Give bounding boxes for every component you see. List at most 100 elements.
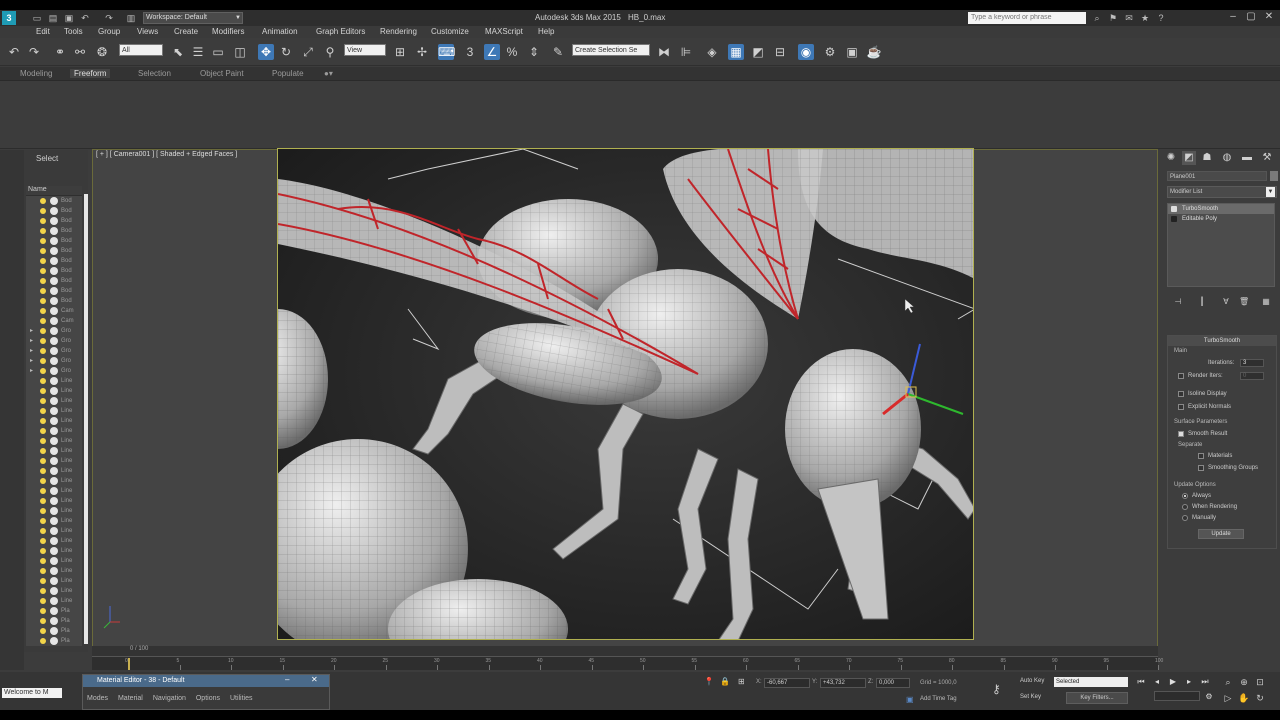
tab-freeform[interactable]: Freeform — [70, 69, 111, 78]
explorer-scrollbar[interactable] — [84, 194, 88, 644]
communication-icon[interactable]: ✉ — [1124, 13, 1134, 23]
key-selection-dropdown[interactable]: Selected — [1054, 677, 1128, 687]
track-bar[interactable]: 0 5 10 15 20 25 30 35 40 45 50 55 60 65 70 75 80 85 90 95 10… — [92, 656, 1163, 670]
menu-maxscript[interactable]: MAXScript — [485, 27, 523, 36]
render-production-icon[interactable]: ☕ — [866, 44, 882, 60]
undo-icon[interactable]: ↶ — [80, 13, 90, 23]
tab-selection[interactable]: Selection — [138, 69, 171, 78]
help-search-input[interactable] — [968, 12, 1086, 24]
menu-views[interactable]: Views — [137, 27, 158, 36]
time-config-icon[interactable]: ⚙ — [1204, 692, 1214, 702]
mirror-icon[interactable]: ⧓ — [656, 44, 672, 60]
render-iters-spinner[interactable]: 0 — [1240, 372, 1264, 380]
absolute-mode-icon[interactable]: ⊞ — [738, 677, 745, 686]
time-slider[interactable] — [92, 646, 1158, 656]
bind-space-warp-icon[interactable]: ❂ — [94, 44, 110, 60]
tab-object-paint[interactable]: Object Paint — [200, 69, 244, 78]
material-editor-icon[interactable]: ◉ — [798, 44, 814, 60]
explorer-row[interactable]: Bod — [26, 296, 82, 306]
explorer-row[interactable]: Cam — [26, 316, 82, 326]
minimize-icon[interactable]: – — [285, 675, 289, 684]
explorer-row[interactable]: Line — [26, 376, 82, 386]
menu-customize[interactable]: Customize — [431, 27, 469, 36]
link-icon[interactable]: ⚭ — [52, 44, 68, 60]
explorer-row[interactable]: Line — [26, 586, 82, 596]
explorer-row[interactable]: Line — [26, 556, 82, 566]
help-icon[interactable]: ? — [1156, 13, 1166, 23]
menu-edit[interactable]: Edit — [36, 27, 50, 36]
pan-icon[interactable]: ✋ — [1238, 692, 1250, 704]
explorer-row[interactable]: Pla — [26, 626, 82, 636]
lightbulb-icon[interactable] — [40, 228, 46, 234]
explorer-row[interactable]: ▸ Gro — [26, 346, 82, 356]
isoline-display-checkbox[interactable] — [1178, 391, 1184, 397]
lightbulb-icon[interactable] — [40, 468, 46, 474]
time-slider-handle[interactable] — [128, 658, 130, 670]
explorer-row[interactable]: Line — [26, 526, 82, 536]
angle-snap-icon[interactable]: ∠ — [484, 44, 500, 60]
explorer-row[interactable]: Pla — [26, 636, 82, 646]
lightbulb-icon[interactable] — [1171, 206, 1177, 212]
lightbulb-icon[interactable] — [40, 388, 46, 394]
time-tag-icon[interactable]: ▣ — [906, 695, 914, 704]
zoom-icon[interactable]: ⌕ — [1222, 676, 1234, 688]
expand-icon[interactable]: ▸ — [30, 356, 33, 366]
lightbulb-icon[interactable] — [40, 568, 46, 574]
explorer-row[interactable]: Bod — [26, 196, 82, 206]
lightbulb-icon[interactable] — [40, 258, 46, 264]
explorer-row[interactable]: Line — [26, 436, 82, 446]
lightbulb-icon[interactable] — [40, 408, 46, 414]
menu-rendering[interactable]: Rendering — [380, 27, 417, 36]
utilities-tab-icon[interactable]: ⚒ — [1260, 151, 1274, 165]
explorer-row[interactable]: Line — [26, 506, 82, 516]
minimize-icon[interactable]: – — [1224, 10, 1242, 24]
key-icon[interactable]: ⚷ — [992, 682, 1001, 696]
explorer-row[interactable]: Bod — [26, 206, 82, 216]
explorer-row[interactable]: Bod — [26, 216, 82, 226]
edit-named-selection-icon[interactable]: ✎ — [550, 44, 566, 60]
set-key-button[interactable]: Set Key — [1020, 694, 1041, 700]
play-icon[interactable]: ▶ — [1168, 677, 1178, 687]
explorer-row[interactable]: Line — [26, 396, 82, 406]
ribbon-options-icon[interactable]: ●▾ — [324, 69, 333, 78]
lightbulb-icon[interactable] — [40, 498, 46, 504]
object-color-swatch[interactable] — [1270, 171, 1278, 181]
explorer-row[interactable]: Line — [26, 516, 82, 526]
curve-editor-icon[interactable]: ◩ — [750, 44, 766, 60]
explorer-row[interactable]: Line — [26, 426, 82, 436]
smoothing-groups-checkbox[interactable] — [1198, 465, 1204, 471]
save-file-icon[interactable]: ▣ — [64, 13, 74, 23]
graphite-toggle-icon[interactable]: ▦ — [728, 44, 744, 60]
select-by-name-icon[interactable]: ☰ — [190, 44, 206, 60]
lightbulb-icon[interactable] — [40, 338, 46, 344]
mat-menu-utilities[interactable]: Utilities — [230, 695, 253, 702]
iterations-spinner[interactable]: 3 — [1240, 359, 1264, 367]
explorer-row[interactable]: Line — [26, 466, 82, 476]
expand-icon[interactable]: ▸ — [30, 326, 33, 336]
explorer-title[interactable]: Select — [36, 154, 58, 163]
go-to-end-icon[interactable]: ⏭ — [1200, 677, 1210, 687]
select-move-icon[interactable]: ✥ — [258, 44, 274, 60]
explorer-row[interactable]: Bod — [26, 286, 82, 296]
lightbulb-icon[interactable] — [40, 558, 46, 564]
lightbulb-icon[interactable] — [40, 458, 46, 464]
lightbulb-icon[interactable] — [40, 218, 46, 224]
explorer-row[interactable]: Line — [26, 386, 82, 396]
explorer-row[interactable]: Bod — [26, 266, 82, 276]
place-icon[interactable]: ⚲ — [322, 44, 338, 60]
z-coord-field[interactable]: 0,000 — [876, 678, 910, 688]
explorer-row[interactable]: Line — [26, 446, 82, 456]
align-icon[interactable]: ⊫ — [678, 44, 694, 60]
select-rotate-icon[interactable]: ↻ — [278, 44, 294, 60]
configure-sets-icon[interactable]: ▦ — [1261, 297, 1271, 307]
lightbulb-icon[interactable] — [40, 508, 46, 514]
lightbulb-icon[interactable] — [40, 368, 46, 374]
pin-icon[interactable]: 📍 — [704, 677, 714, 686]
show-end-result-icon[interactable]: ┃ — [1197, 297, 1207, 307]
project-folder-icon[interactable]: ▥ — [126, 13, 136, 23]
layer-explorer-icon[interactable]: ◈ — [704, 44, 720, 60]
explorer-row[interactable]: Line — [26, 546, 82, 556]
percent-snap-icon[interactable]: % — [504, 44, 520, 60]
lightbulb-icon[interactable] — [40, 608, 46, 614]
named-selection-sets-dropdown[interactable]: Create Selection Se — [572, 44, 650, 56]
